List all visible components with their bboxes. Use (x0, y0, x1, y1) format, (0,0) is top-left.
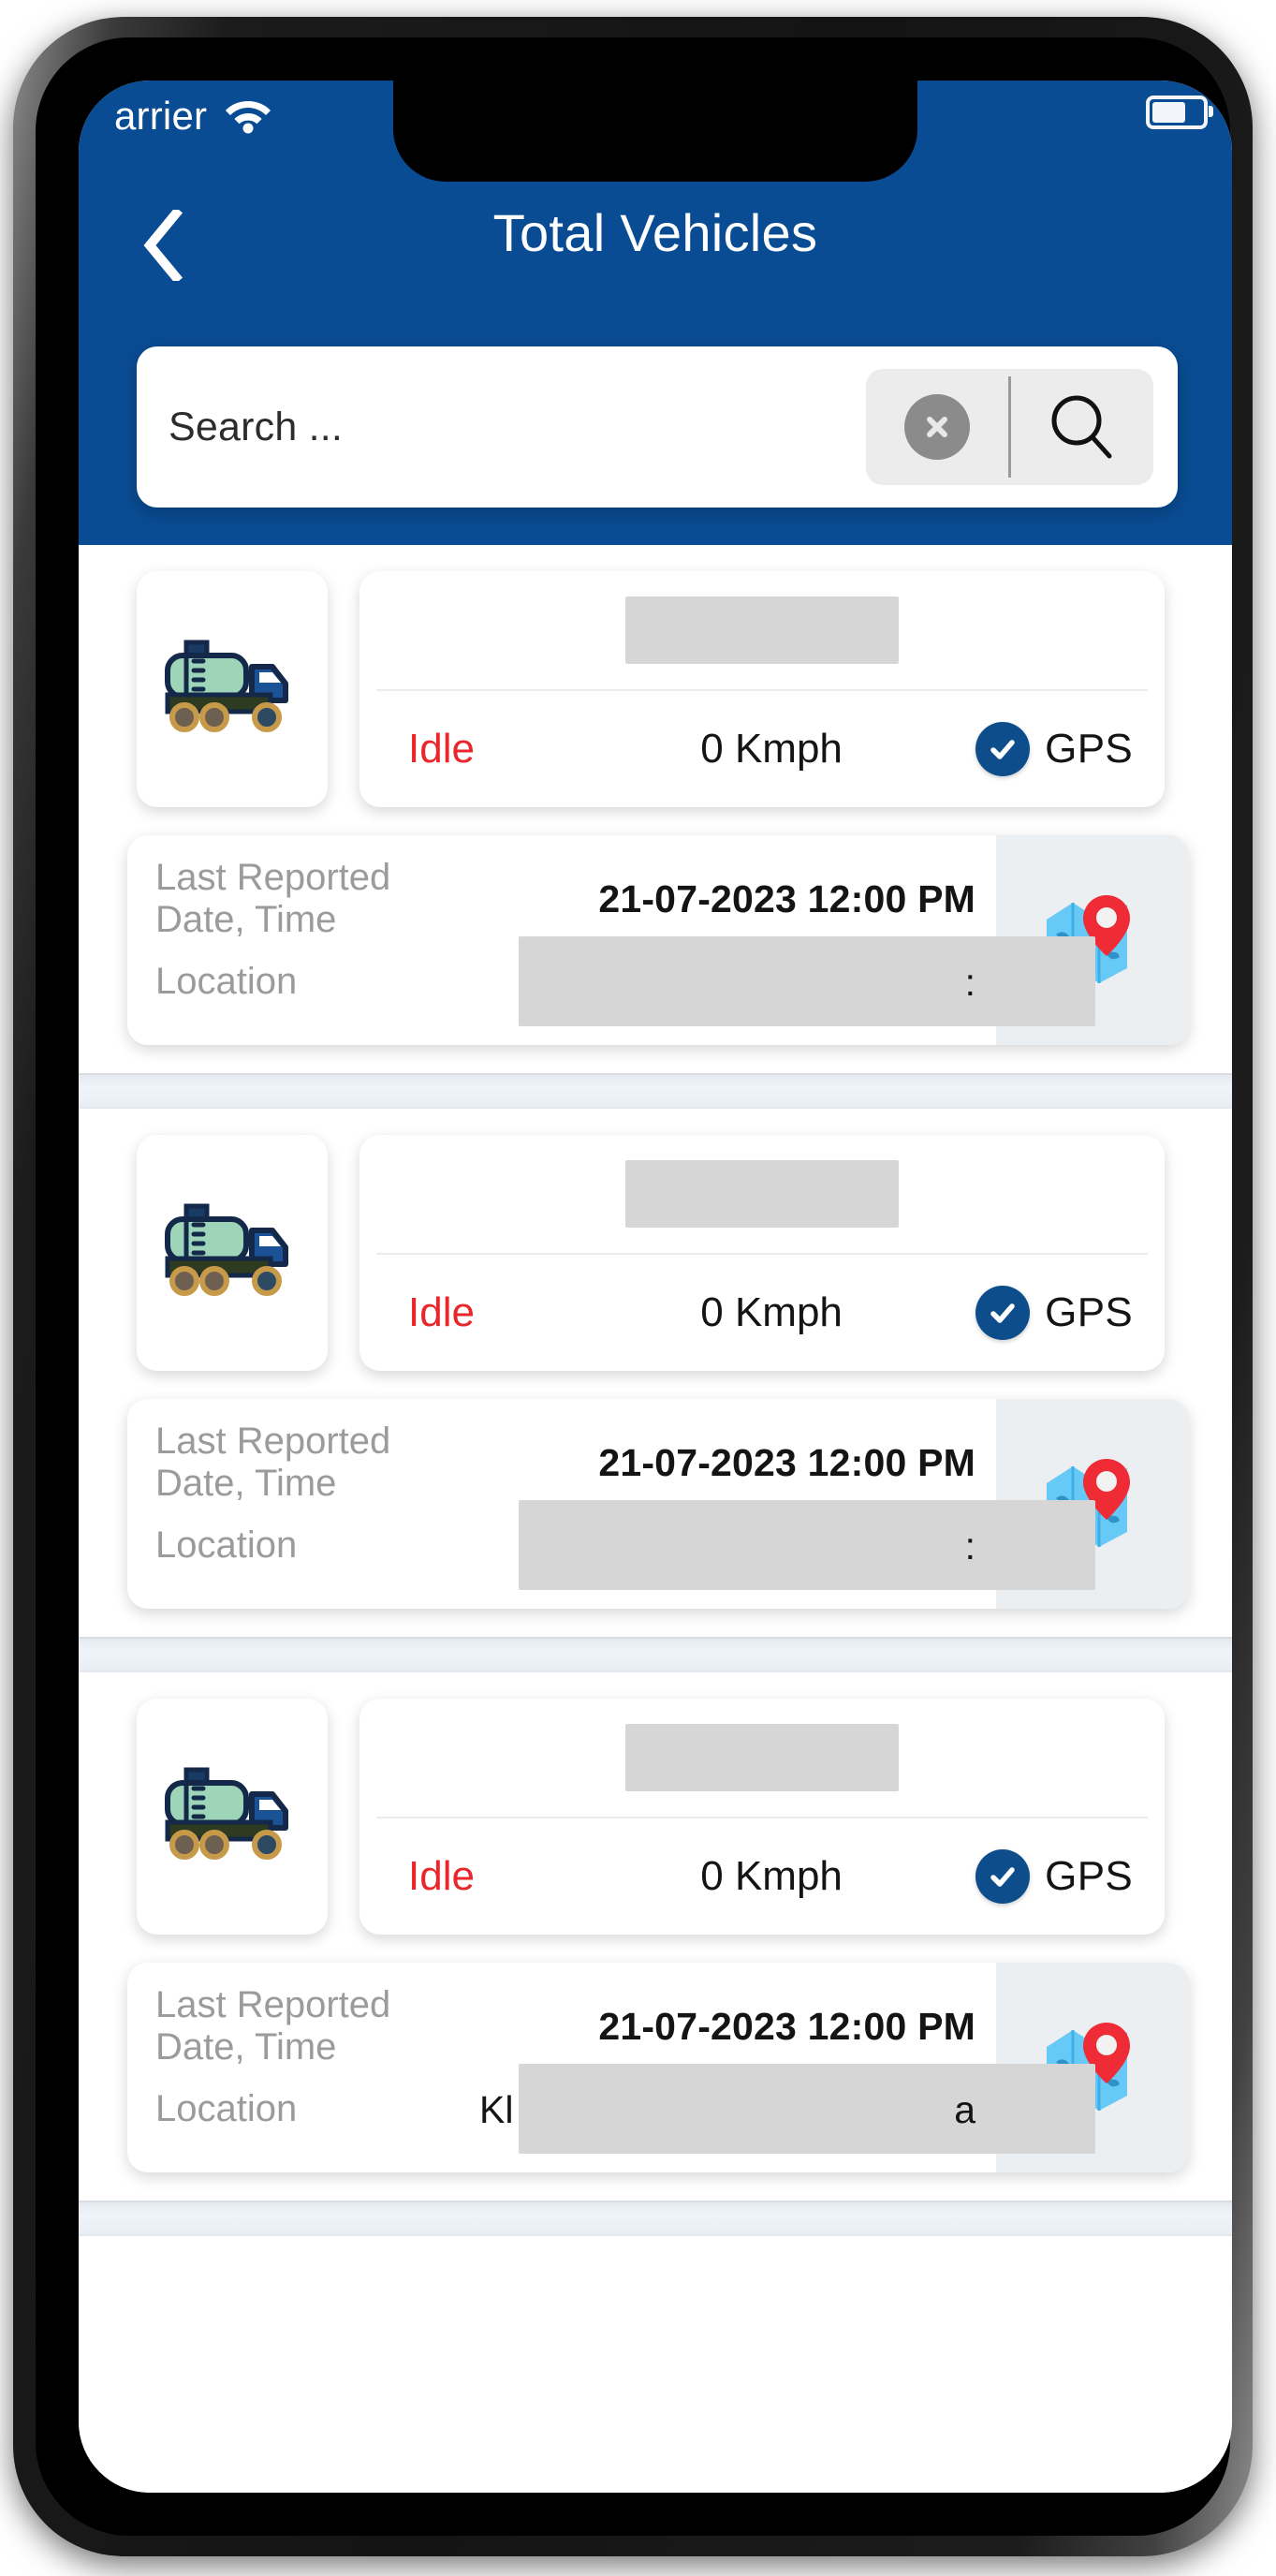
last-reported-label: Last Reported Date, Time (155, 1420, 391, 1504)
status-bar: arrier (79, 81, 1232, 182)
vehicle-thumbnail[interactable] (137, 571, 328, 807)
vehicle-detail-fields: Last Reported Date, Time 21-07-2023 12:0… (127, 1399, 1095, 1609)
wifi-icon (226, 101, 271, 134)
speed-value: 0 Kmph (700, 1853, 843, 1899)
vehicle-thumbnail[interactable] (137, 1135, 328, 1371)
vehicle-number-row (359, 1135, 1165, 1253)
tanker-truck-icon (165, 640, 288, 732)
status-badge: Idle (408, 1853, 475, 1899)
check-circle-icon (975, 722, 1031, 776)
location-value-wrap: Kl a (464, 2064, 1095, 2154)
vehicle-number-row (359, 1699, 1165, 1817)
gps-indicator: GPS (975, 1286, 1133, 1340)
app-bar: Total Vehicles (79, 161, 1232, 318)
vehicle-detail-fields: Last Reported Date, Time 21-07-2023 12:0… (127, 1963, 1095, 2172)
vehicle-list[interactable]: Idle 0 Kmph GPS Last Reported Date, Time… (79, 545, 1232, 2493)
status-badge: Idle (408, 1289, 475, 1335)
status-bar-left: arrier (114, 94, 272, 139)
vehicle-info-card[interactable]: Idle 0 Kmph GPS (359, 1699, 1165, 1935)
location-redacted (519, 1500, 1095, 1590)
speed-value: 0 Kmph (700, 726, 843, 772)
page-title: Total Vehicles (492, 203, 818, 262)
vehicle-thumbnail[interactable] (137, 1699, 328, 1935)
vehicle-number-redacted (625, 1160, 899, 1228)
vehicle-summary-row: Idle 0 Kmph GPS (79, 1135, 1232, 1371)
vehicle-detail-card[interactable]: Last Reported Date, Time 21-07-2023 12:0… (127, 835, 1189, 1045)
vehicle-list-item[interactable]: Idle 0 Kmph GPS Last Reported Date, Time… (79, 545, 1232, 1045)
last-reported-row: Last Reported Date, Time 21-07-2023 12:0… (155, 1420, 996, 1504)
list-separator (79, 2201, 1232, 2236)
status-badge: Idle (408, 726, 475, 772)
vehicle-number-redacted (625, 1724, 899, 1791)
vehicle-info-card[interactable]: Idle 0 Kmph GPS (359, 571, 1165, 807)
gps-indicator: GPS (975, 722, 1133, 776)
gps-label: GPS (1045, 1289, 1133, 1335)
vehicle-detail-card[interactable]: Last Reported Date, Time 21-07-2023 12:0… (127, 1963, 1189, 2172)
location-label: Location (155, 1524, 298, 1566)
gps-indicator: GPS (975, 1849, 1133, 1904)
last-reported-value: 21-07-2023 12:00 PM (598, 1440, 975, 1484)
vehicle-info-card[interactable]: Idle 0 Kmph GPS (359, 1135, 1165, 1371)
last-reported-row: Last Reported Date, Time 21-07-2023 12:0… (155, 857, 996, 940)
display-notch (393, 81, 917, 182)
screenshot-stage: arrier Total Vehicles Search ... Idle 0 … (0, 0, 1276, 2576)
search-input[interactable]: Search ... (169, 405, 866, 450)
location-row: Location Kl a (155, 2064, 1095, 2154)
location-suffix: : (964, 1524, 975, 1568)
vehicle-status-row: Idle 0 Kmph GPS (359, 691, 1165, 807)
last-reported-row: Last Reported Date, Time 21-07-2023 12:0… (155, 1984, 996, 2068)
location-suffix: a (954, 2088, 975, 2131)
last-reported-label: Last Reported Date, Time (155, 857, 391, 940)
phone-screen: arrier Total Vehicles Search ... Idle 0 … (79, 81, 1232, 2493)
check-circle-icon (975, 1286, 1031, 1340)
phone-bezel: arrier Total Vehicles Search ... Idle 0 … (36, 37, 1232, 2536)
location-value-wrap: : (464, 936, 1095, 1026)
search-bar[interactable]: Search ... (137, 346, 1178, 508)
vehicle-summary-row: Idle 0 Kmph GPS (79, 1699, 1232, 1935)
vehicle-status-row: Idle 0 Kmph GPS (359, 1255, 1165, 1371)
list-separator (79, 1073, 1232, 1109)
location-row: Location : (155, 936, 1095, 1026)
location-label: Location (155, 2087, 298, 2129)
battery-icon (1146, 96, 1213, 129)
check-circle-icon (975, 1849, 1031, 1904)
location-value-wrap: : (464, 1500, 1095, 1590)
vehicle-list-item[interactable]: Idle 0 Kmph GPS Last Reported Date, Time… (79, 1109, 1232, 1609)
search-submit-button[interactable] (1011, 369, 1153, 485)
last-reported-value: 21-07-2023 12:00 PM (598, 876, 975, 920)
speed-value: 0 Kmph (700, 1289, 843, 1335)
gps-label: GPS (1045, 1853, 1133, 1899)
vehicle-number-redacted (625, 596, 899, 664)
vehicle-detail-fields: Last Reported Date, Time 21-07-2023 12:0… (127, 835, 1095, 1045)
phone-frame: arrier Total Vehicles Search ... Idle 0 … (13, 17, 1253, 2556)
last-reported-label: Last Reported Date, Time (155, 1984, 391, 2068)
location-suffix: : (964, 961, 975, 1004)
close-circle-icon (904, 394, 970, 460)
location-prefix: Kl (479, 2088, 514, 2131)
location-redacted (519, 936, 1095, 1026)
location-redacted (519, 2064, 1095, 2154)
last-reported-value: 21-07-2023 12:00 PM (598, 2004, 975, 2048)
list-separator (79, 1637, 1232, 1672)
vehicle-detail-card[interactable]: Last Reported Date, Time 21-07-2023 12:0… (127, 1399, 1189, 1609)
vehicle-summary-row: Idle 0 Kmph GPS (79, 571, 1232, 807)
location-label: Location (155, 960, 298, 1002)
tanker-truck-icon (165, 1767, 288, 1860)
clear-search-button[interactable] (866, 369, 1008, 485)
gps-label: GPS (1045, 726, 1133, 772)
magnifier-icon (1051, 395, 1112, 459)
status-bar-right (1146, 96, 1213, 129)
location-row: Location : (155, 1500, 1095, 1590)
tanker-truck-icon (165, 1203, 288, 1296)
vehicle-status-row: Idle 0 Kmph GPS (359, 1818, 1165, 1935)
vehicle-list-item[interactable]: Idle 0 Kmph GPS Last Reported Date, Time… (79, 1672, 1232, 2172)
carrier-label: arrier (114, 94, 208, 138)
vehicle-number-row (359, 571, 1165, 689)
search-actions (866, 369, 1153, 485)
